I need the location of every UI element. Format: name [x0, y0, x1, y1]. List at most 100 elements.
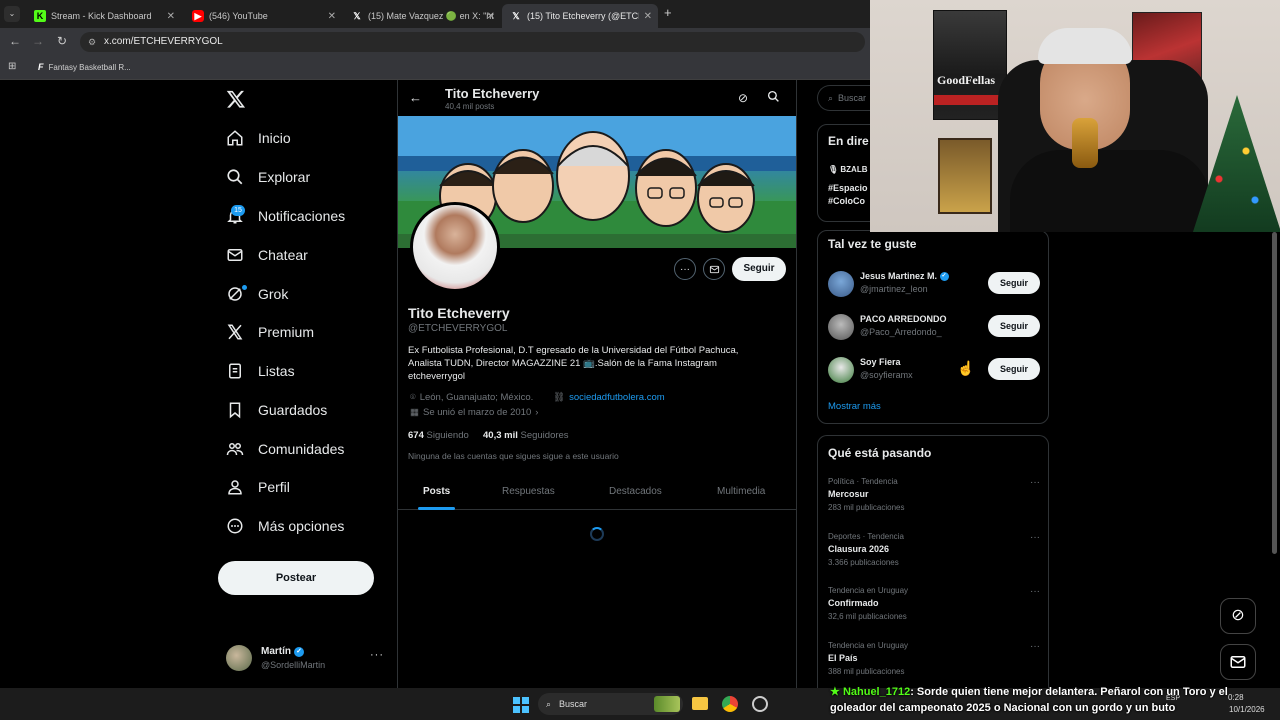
profile-website[interactable]: ⛓ sociedadfutbolera.com	[553, 392, 665, 403]
message-button[interactable]	[703, 258, 725, 280]
wtf-row[interactable]: Jesus Martinez M. ✓ @jmartinez_leon Seguir	[828, 269, 1040, 299]
trend-item[interactable]: Tendencia en Uruguay Confirmado 32,6 mil p…	[828, 586, 1040, 621]
close-icon[interactable]: ✕	[167, 11, 175, 22]
nav-item-grok[interactable]: Grok	[226, 285, 288, 303]
tab-search-button[interactable]: ⌄	[4, 6, 20, 22]
trend-item[interactable]: Tendencia en Uruguay El País 388 mil publi…	[828, 641, 1040, 676]
avatar[interactable]	[828, 271, 854, 297]
x-logo-icon[interactable]	[226, 89, 246, 109]
more-icon[interactable]: ···	[1030, 586, 1040, 597]
tab-youtube[interactable]: ▶ (546) YouTube ✕	[184, 4, 342, 28]
nav-item-chatear[interactable]: Chatear	[226, 246, 308, 264]
close-icon[interactable]: ✕	[487, 11, 495, 22]
nav-item-explorar[interactable]: Explorar	[226, 168, 310, 186]
more-icon[interactable]: ···	[1030, 477, 1040, 488]
search-icon: ⌕	[546, 699, 552, 709]
nav-item-premium[interactable]: Premium	[226, 323, 314, 341]
tab-x-mate[interactable]: 𝕏 (15) Mate Vazquez 🟢 en X: "ht ✕	[343, 4, 501, 28]
nav-item-comunidades[interactable]: Comunidades	[226, 440, 344, 458]
profile-joined: ▦ Se unió el marzo de 2010 ›	[410, 407, 538, 418]
follow-button[interactable]: Seguir	[732, 257, 786, 281]
live-line: #Espacio	[828, 183, 868, 193]
follow-button[interactable]: Seguir	[988, 358, 1040, 380]
tab-label: (546) YouTube	[209, 11, 268, 21]
profile-handle: @ETCHEVERRYGOL	[408, 323, 508, 334]
nav-item-inicio[interactable]: Inicio	[226, 129, 291, 147]
forward-icon[interactable]: →	[32, 34, 44, 48]
bookmark-icon	[229, 402, 241, 419]
wtf-name[interactable]: PACO ARREDONDO	[860, 314, 947, 324]
tab-kick[interactable]: K Stream - Kick Dashboard ✕	[26, 4, 181, 28]
following-stat[interactable]: 674 Siguiendo	[408, 430, 469, 441]
nav-item-perfil[interactable]: Perfil	[226, 478, 290, 496]
back-icon[interactable]: ←	[9, 34, 21, 48]
follow-button[interactable]: Seguir	[988, 272, 1040, 294]
grok-float-button[interactable]: ⊘	[1220, 598, 1256, 634]
trend-item[interactable]: Deportes · Tendencia Clausura 2026 3.366 p…	[828, 532, 1040, 567]
more-options-button[interactable]: ···	[674, 258, 696, 280]
mail-icon	[709, 265, 719, 273]
close-icon[interactable]: ✕	[328, 11, 336, 22]
search-icon[interactable]	[767, 90, 780, 108]
website-link[interactable]: sociedadfutbolera.com	[569, 392, 665, 403]
tab-replies[interactable]: Respuestas	[502, 486, 555, 497]
more-icon[interactable]: ···	[1030, 641, 1040, 652]
account-switcher[interactable]: Martín ✓ @SordelliMartin ···	[226, 645, 386, 673]
bookmark-label: Fantasy Basketball R...	[48, 62, 131, 72]
home-icon	[227, 130, 243, 146]
account-handle: @SordelliMartin	[261, 660, 326, 670]
wtf-row[interactable]: PACO ARREDONDO @Paco_Arredondo_ Seguir	[828, 312, 1040, 342]
followers-stat[interactable]: 40,3 mil Seguidores	[483, 430, 569, 441]
nav-item-mas-opciones[interactable]: Más opciones	[226, 517, 344, 535]
post-count: 40,4 mil posts	[445, 102, 495, 111]
follow-button[interactable]: Seguir	[988, 315, 1040, 337]
file-explorer-icon[interactable]	[692, 697, 708, 710]
tab-posts[interactable]: Posts	[423, 486, 450, 497]
bookmark-item[interactable]: F Fantasy Basketball R...	[38, 62, 131, 72]
page-scrollbar[interactable]	[1272, 232, 1277, 554]
who-to-follow-card: Tal vez te guste Jesus Martinez M. ✓ @jma…	[817, 230, 1049, 424]
profile-tabs: Posts Respuestas Destacados Multimedia	[398, 475, 796, 510]
avatar	[226, 645, 252, 671]
mail-icon	[1230, 656, 1246, 668]
communities-icon	[226, 443, 244, 456]
url-bar[interactable]: ⚙ x.com/ETCHEVERRYGOL	[80, 32, 865, 52]
poster-band	[934, 95, 1008, 105]
tab-highlights[interactable]: Destacados	[609, 486, 662, 497]
more-icon[interactable]: ···	[1030, 532, 1040, 543]
nav-item-guardados[interactable]: Guardados	[226, 401, 327, 419]
site-info-icon[interactable]: ⚙	[88, 32, 96, 52]
profile-avatar[interactable]	[410, 202, 500, 292]
close-icon[interactable]: ✕	[644, 11, 652, 22]
tab-media[interactable]: Multimedia	[717, 486, 765, 497]
show-more-link[interactable]: Mostrar más	[828, 401, 881, 412]
post-button[interactable]: Postear	[218, 561, 374, 595]
joined-text: Se unió el marzo de 2010	[422, 407, 532, 418]
more-icon[interactable]: ···	[370, 649, 384, 661]
trend-item[interactable]: Política · Tendencia Mercosur 283 mil publ…	[828, 477, 1040, 512]
windows-start-icon[interactable]	[513, 697, 529, 713]
live-title: En dire	[828, 134, 869, 148]
tab-label: Stream - Kick Dashboard	[51, 11, 152, 21]
chrome-icon[interactable]	[722, 696, 738, 712]
avatar[interactable]	[828, 314, 854, 340]
search-icon: ⌕	[828, 93, 834, 103]
wtf-row[interactable]: Soy Fiera @soyfieramx Seguir	[828, 355, 1040, 385]
wtf-name[interactable]: Jesus Martinez M. ✓	[860, 271, 949, 282]
messages-float-button[interactable]	[1220, 644, 1256, 680]
trend-name: Clausura 2026	[828, 544, 890, 554]
wtf-name[interactable]: Soy Fiera	[860, 357, 901, 367]
new-tab-icon[interactable]: +	[664, 5, 672, 20]
nav-item-listas[interactable]: Listas	[226, 362, 295, 380]
search-input[interactable]: ⌕ Buscar	[817, 85, 877, 111]
back-arrow-icon[interactable]: ←	[409, 90, 422, 105]
widget-icon[interactable]	[654, 696, 680, 712]
apps-grid-icon[interactable]: ⊞	[8, 61, 16, 72]
app-icon[interactable]	[752, 696, 768, 712]
chevron-right-icon[interactable]: ›	[535, 407, 538, 418]
followers-label: Seguidores	[520, 430, 569, 441]
tab-x-tito[interactable]: 𝕏 (15) Tito Etcheverry (@ETCHEVE ✕	[502, 4, 658, 28]
reload-icon[interactable]: ↻	[57, 34, 67, 48]
avatar[interactable]	[828, 357, 854, 383]
grok-icon[interactable]: ⊘	[738, 91, 748, 105]
